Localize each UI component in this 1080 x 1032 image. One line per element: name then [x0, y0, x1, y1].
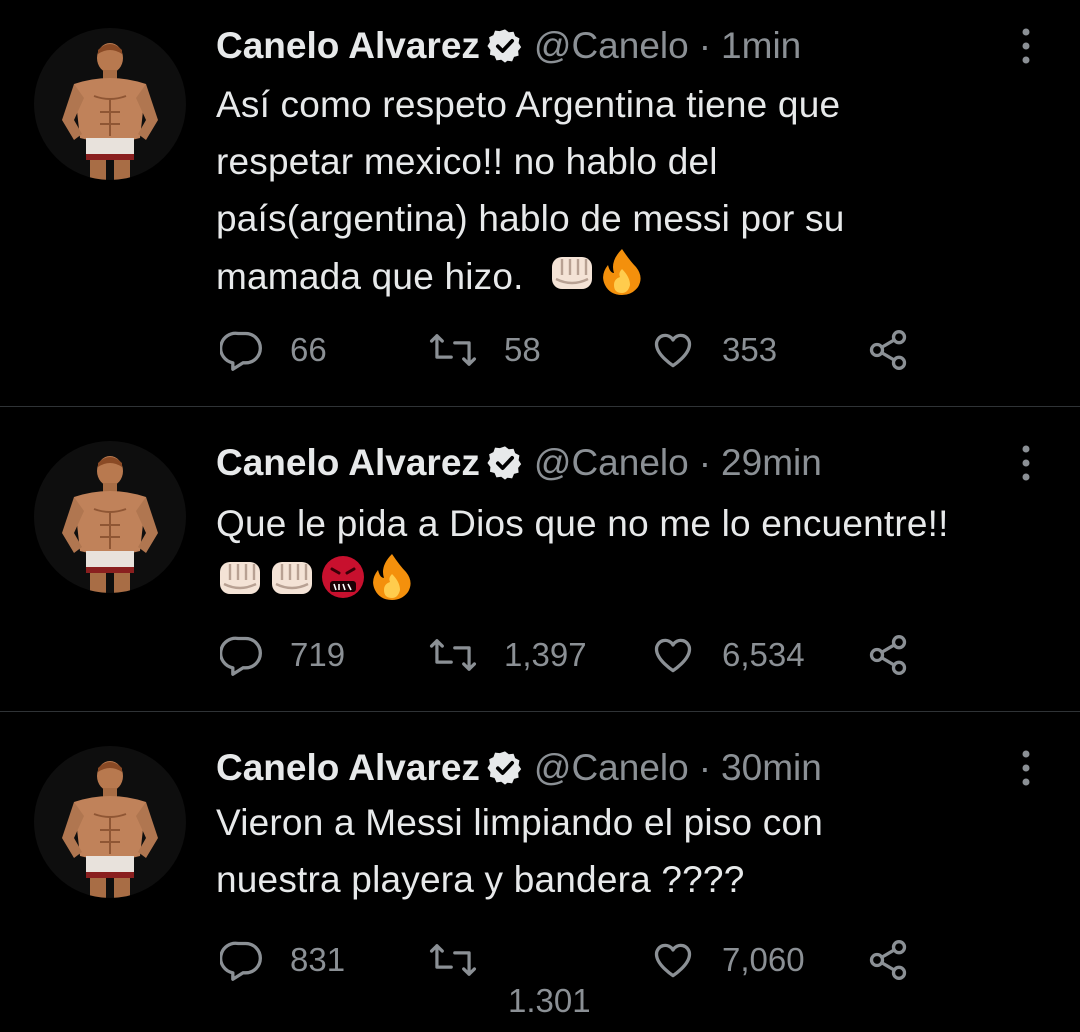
- share-icon: [869, 635, 907, 675]
- oncoming-fist-emoji-icon: [552, 257, 593, 289]
- handle[interactable]: @Canelo: [534, 740, 689, 796]
- separator: ·: [698, 25, 712, 66]
- verified-badge-icon: [487, 751, 522, 785]
- tweet-header: Canelo Alvarez @Canelo · 30min: [216, 740, 822, 796]
- verified-badge-icon: [487, 446, 522, 480]
- avatar[interactable]: [34, 28, 186, 180]
- tweet-text-line: respetar mexico!! no hablo del: [216, 141, 718, 182]
- fire-emoji-icon: [603, 249, 641, 295]
- tweet-header: Canelo Alvarez @Canelo · 29min: [216, 435, 822, 491]
- avatar[interactable]: [34, 746, 186, 898]
- more-vertical-icon[interactable]: [1014, 443, 1038, 483]
- retweet-count: 1,397: [504, 636, 587, 673]
- retweet-count: 1.301: [508, 982, 591, 1019]
- avatar[interactable]: [34, 441, 186, 593]
- handle[interactable]: @Canelo: [534, 435, 689, 491]
- tweet-text: Así como respeto Argentina tiene que res…: [216, 76, 1056, 305]
- boxer-portrait-icon: [62, 43, 158, 180]
- fire-emoji-icon: [373, 554, 411, 600]
- display-name[interactable]: Canelo Alvarez: [216, 740, 480, 796]
- share-button[interactable]: [864, 625, 938, 685]
- timestamp[interactable]: 29min: [721, 435, 822, 491]
- like-button[interactable]: 6,534: [650, 625, 805, 685]
- reply-button[interactable]: 719: [220, 625, 345, 685]
- like-count: 353: [722, 331, 778, 368]
- display-name[interactable]: Canelo Alvarez: [216, 435, 480, 491]
- retweet-button[interactable]: 1,397: [428, 625, 587, 685]
- display-name[interactable]: Canelo Alvarez: [216, 18, 480, 74]
- tweet-header: Canelo Alvarez @Canelo · 1min: [216, 18, 801, 74]
- reply-count: 831: [290, 941, 346, 978]
- share-icon: [869, 330, 907, 370]
- reply-button[interactable]: 831: [220, 930, 345, 990]
- tweet-text-line: país(argentina) hablo de messi por su: [216, 198, 845, 239]
- handle[interactable]: @Canelo: [534, 18, 689, 74]
- retweet-button[interactable]: [428, 930, 504, 990]
- reply-icon: [220, 636, 262, 676]
- tweet-text: Vieron a Messi limpiando el piso con nue…: [216, 794, 1056, 908]
- timestamp[interactable]: 1min: [721, 18, 801, 74]
- face-with-symbols-on-mouth-emoji-icon: [322, 556, 364, 598]
- timestamp[interactable]: 30min: [721, 740, 822, 796]
- tweet-text-line: Así como respeto Argentina tiene que: [216, 84, 841, 125]
- boxer-portrait-icon: [62, 761, 158, 898]
- tweet[interactable]: Canelo Alvarez @Canelo · 29min Que le pi…: [0, 407, 1080, 712]
- share-icon: [869, 940, 907, 980]
- more-vertical-icon[interactable]: [1014, 26, 1038, 66]
- retweet-icon: [429, 639, 477, 671]
- tweet-text-line: Vieron a Messi limpiando el piso con: [216, 802, 824, 843]
- like-button[interactable]: 353: [650, 320, 777, 380]
- tweet-actions: 66 58 353: [216, 320, 936, 380]
- like-count: 6,534: [722, 636, 805, 673]
- retweet-icon: [429, 334, 477, 366]
- tweet-actions: 719 1,397 6,534: [216, 625, 936, 685]
- retweet-button[interactable]: 58: [428, 320, 541, 380]
- retweet-count: 58: [504, 331, 541, 368]
- more-vertical-icon[interactable]: [1014, 748, 1038, 788]
- verified-badge-icon: [487, 29, 522, 63]
- oncoming-fist-emoji-icon: [272, 562, 312, 594]
- oncoming-fist-emoji-icon: [220, 562, 260, 594]
- reply-count: 719: [290, 636, 346, 673]
- reply-button[interactable]: 66: [220, 320, 327, 380]
- reply-icon: [220, 941, 262, 981]
- tweet-text-line: nuestra playera y bandera ????: [216, 859, 745, 900]
- tweet-actions: 831 7,060: [216, 930, 936, 990]
- tweet-text-line: Que le pida a Dios que no me lo encuentr…: [216, 503, 949, 544]
- heart-icon: [654, 943, 692, 978]
- separator: ·: [698, 442, 712, 483]
- heart-icon: [654, 638, 692, 673]
- reply-icon: [220, 331, 262, 371]
- reply-count: 66: [290, 331, 327, 368]
- tweet-emoji-line: [216, 552, 1056, 610]
- boxer-portrait-icon: [62, 456, 158, 593]
- tweet-text: Que le pida a Dios que no me lo encuentr…: [216, 495, 1056, 610]
- share-button[interactable]: [864, 320, 938, 380]
- like-count: 7,060: [722, 941, 805, 978]
- like-button[interactable]: 7,060: [650, 930, 805, 990]
- heart-icon: [654, 333, 692, 368]
- tweet-text-line: mamada que hizo.: [216, 247, 1056, 305]
- share-button[interactable]: [864, 930, 938, 990]
- separator: ·: [698, 747, 712, 788]
- tweet[interactable]: Canelo Alvarez @Canelo · 30min Vieron a …: [0, 712, 1080, 1032]
- tweet[interactable]: Canelo Alvarez @Canelo · 1min Así como r…: [0, 0, 1080, 407]
- timeline: Canelo Alvarez @Canelo · 1min Así como r…: [0, 0, 1080, 1032]
- retweet-icon: [429, 944, 477, 976]
